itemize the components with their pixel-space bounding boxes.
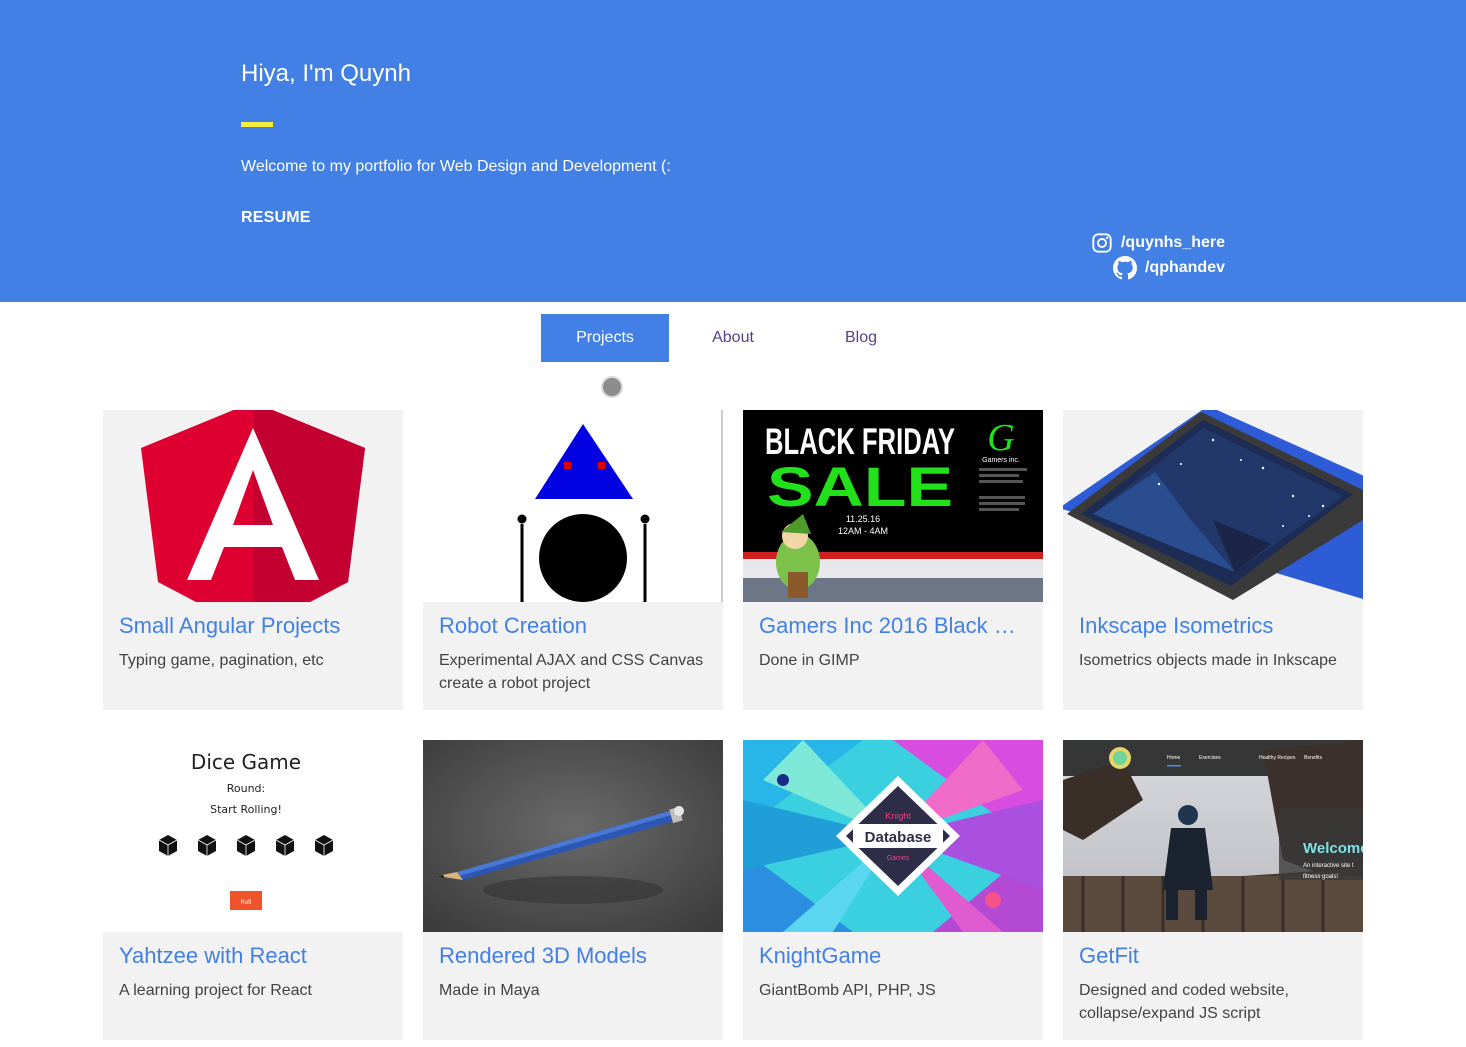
project-description: Made in Maya [439, 982, 540, 999]
title-accent-bar [241, 122, 273, 127]
getfit-nav-home: Home [1167, 755, 1181, 761]
flyer-line2: SALE [767, 455, 953, 518]
flyer-brand: Gamers inc. [982, 457, 1020, 464]
project-title: GetFit [1079, 943, 1139, 968]
project-title: Yahtzee with React [119, 943, 307, 968]
project-title: Rendered 3D Models [439, 943, 647, 968]
project-card-knightgame[interactable]: Knight Database Games KnightGame GiantBo… [743, 740, 1043, 1040]
project-description: Isometrics objects made in Inkscape [1079, 652, 1337, 669]
project-description: A learning project for React [119, 982, 312, 999]
project-card-getfit[interactable]: Home Exercises Healthy Recipes Benefits … [1063, 740, 1363, 1040]
instagram-icon [1091, 232, 1113, 254]
hero-header: Hiya, I'm Quynh Welcome to my portfolio … [0, 0, 1466, 302]
getfit-tagline-2: fitness goals! [1303, 874, 1338, 880]
project-description: Done in GIMP [759, 652, 860, 669]
getfit-nav-exercises: Exercises [1199, 755, 1221, 761]
github-icon [1112, 256, 1137, 280]
flyer-date: 11.25.16 [846, 514, 880, 524]
instagram-link[interactable]: /quynhs_here [1091, 232, 1225, 254]
project-thumbnail-robot [423, 410, 723, 602]
dice-round: Round: [227, 782, 266, 795]
dice-heading: Dice Game [191, 750, 301, 774]
page-title: Hiya, I'm Quynh [241, 60, 411, 87]
project-description: GiantBomb API, PHP, JS [759, 982, 936, 999]
project-thumbnail-black-friday: BLACK FRIDAY SALE G Gamers inc. 11.25.16… [743, 410, 1043, 602]
tab-about[interactable]: About [669, 314, 797, 362]
instagram-handle: /quynhs_here [1120, 234, 1225, 251]
knight-bottom-label: Games [887, 855, 910, 862]
project-card-robot[interactable]: Robot Creation Experimental AJAX and CSS… [423, 410, 723, 710]
github-handle: /qphandev [1144, 259, 1225, 276]
resume-link[interactable]: RESUME [241, 209, 311, 227]
flyer-time: 12AM - 4AM [838, 526, 888, 536]
knight-top-label: Knight [885, 811, 911, 821]
tab-projects[interactable]: Projects [541, 314, 669, 362]
project-card-angular[interactable]: Small Angular Projects Typing game, pagi… [103, 410, 403, 710]
project-description: Experimental AJAX and CSS Canvas create … [439, 652, 704, 692]
loading-dot-indicator [601, 376, 623, 398]
hero-subtitle: Welcome to my portfolio for Web Design a… [241, 158, 671, 175]
section-tabs: Projects About Blog [541, 314, 925, 362]
tab-blog[interactable]: Blog [797, 314, 925, 362]
project-description: Designed and coded website, collapse/exp… [1079, 982, 1289, 1022]
project-thumbnail-angular [103, 410, 403, 602]
project-card-isometrics[interactable]: Inkscape Isometrics Isometrics objects m… [1063, 410, 1363, 710]
project-thumbnail-getfit: Home Exercises Healthy Recipes Benefits … [1063, 740, 1363, 932]
project-title: KnightGame [759, 943, 882, 968]
project-title: Gamers Inc 2016 Black Friday Sale [759, 613, 1027, 638]
project-thumbnail-knightgame: Knight Database Games [743, 740, 1043, 932]
project-card-3d-models[interactable]: Rendered 3D Models Made in Maya [423, 740, 723, 1040]
project-description: Typing game, pagination, etc [119, 652, 324, 669]
project-title: Small Angular Projects [119, 613, 341, 638]
project-thumbnail-yahtzee: Dice Game Round: Start Rolling! Roll [103, 740, 403, 932]
project-card-yahtzee[interactable]: Dice Game Round: Start Rolling! Roll Yah… [103, 740, 403, 1040]
getfit-tagline-1: An interactive site t [1303, 863, 1354, 869]
project-thumbnail-isometrics [1063, 410, 1363, 602]
getfit-nav-recipes: Healthy Recipes [1259, 755, 1296, 761]
project-title: Robot Creation [439, 613, 587, 638]
github-link[interactable]: /qphandev [1112, 256, 1225, 280]
project-card-black-friday[interactable]: BLACK FRIDAY SALE G Gamers inc. 11.25.16… [743, 410, 1043, 710]
dice-status: Start Rolling! [210, 803, 282, 816]
flyer-logo: G [987, 417, 1014, 459]
getfit-nav-benefits: Benefits [1304, 755, 1323, 761]
getfit-welcome: Welcome t [1303, 840, 1363, 857]
knight-main-label: Database [865, 829, 932, 846]
project-title: Inkscape Isometrics [1079, 613, 1274, 638]
dice-roll-button: Roll [241, 899, 252, 906]
project-thumbnail-3d-models [423, 740, 723, 932]
